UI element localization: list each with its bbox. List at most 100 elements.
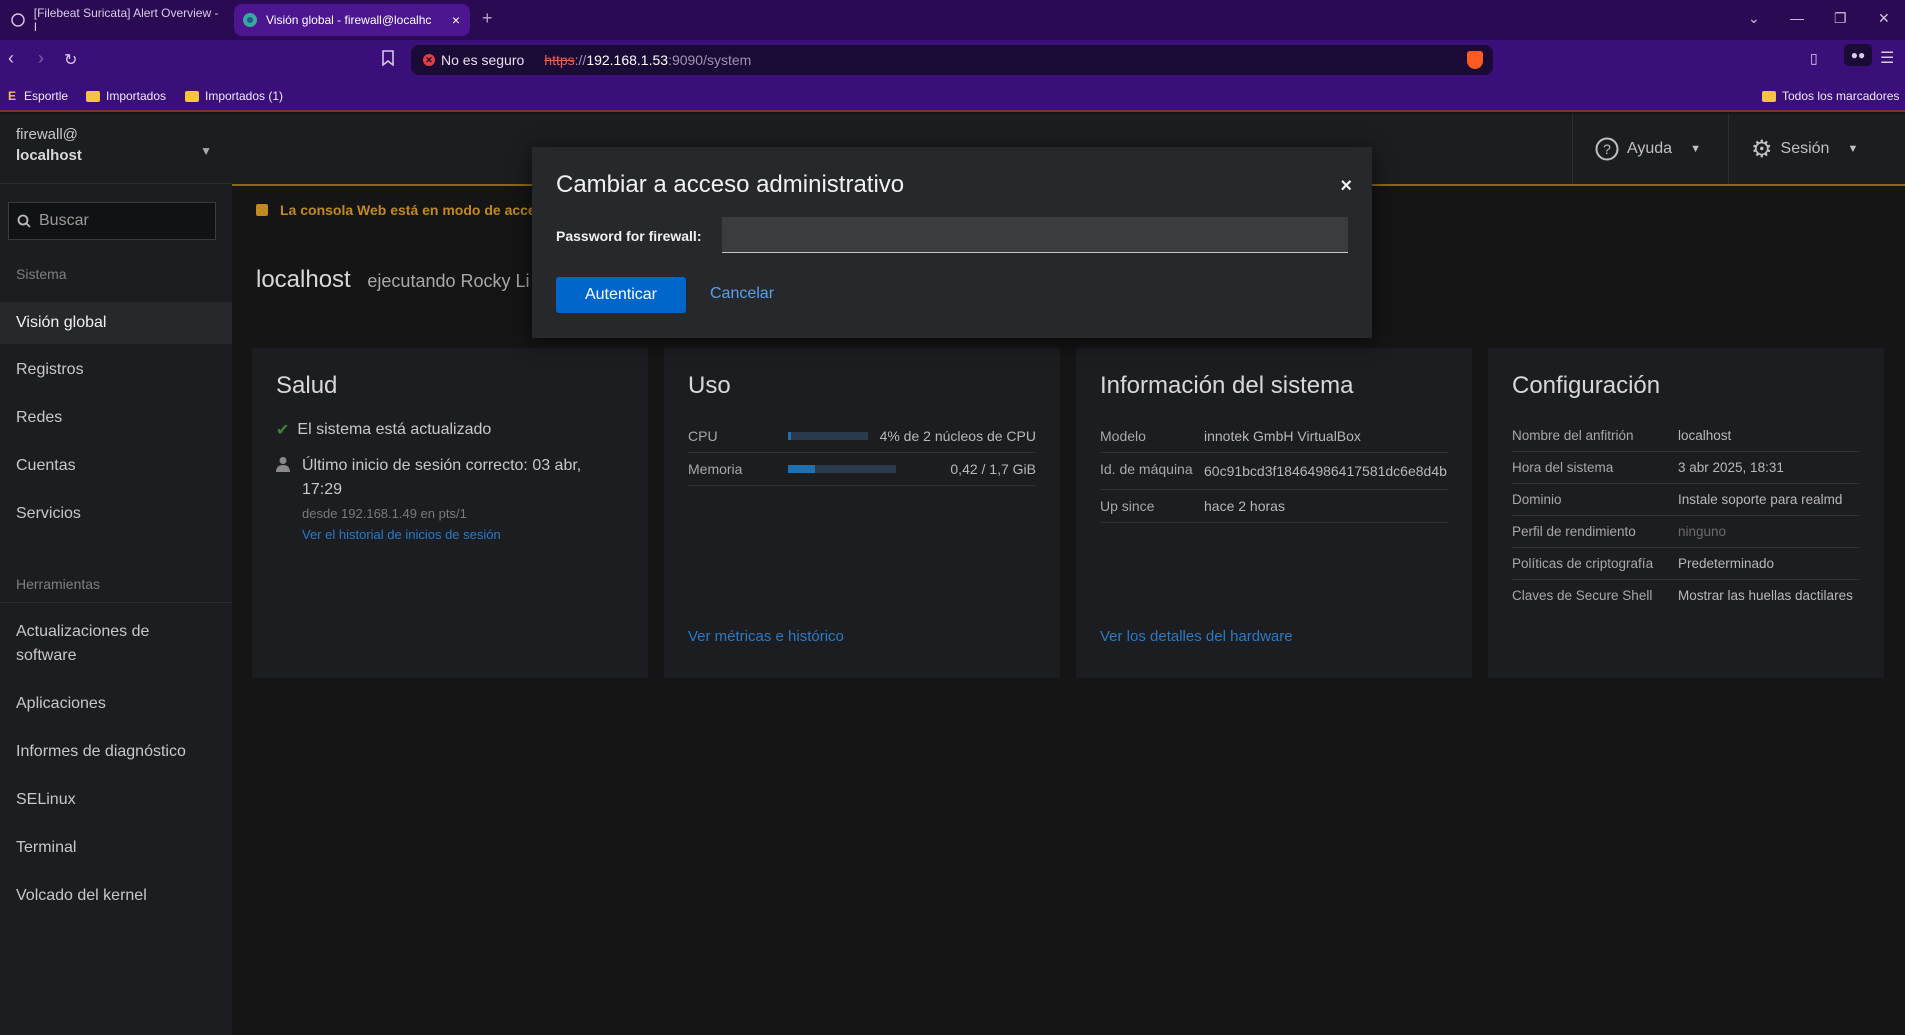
memory-value: 0,42 / 1,7 GiB <box>950 461 1036 477</box>
help-menu[interactable]: ? Ayuda ▼ <box>1572 114 1728 184</box>
host-name: localhost <box>16 147 82 164</box>
tab-vision-global[interactable]: Visión global - firewall@localhc × <box>234 4 470 36</box>
help-label: Ayuda <box>1627 140 1673 157</box>
sidebar-item-accounts[interactable]: Cuentas <box>0 454 232 478</box>
caret-down-icon: ▼ <box>200 144 212 158</box>
security-indicator[interactable]: ✕ No es seguro <box>423 52 524 68</box>
back-icon[interactable]: ‹ <box>8 48 14 69</box>
metrics-link[interactable]: Ver métricas e histórico <box>688 628 844 645</box>
config-value: 3 abr 2025, 18:31 <box>1678 460 1784 475</box>
config-key: Claves de Secure Shell <box>1512 588 1653 603</box>
admin-access-dialog: Cambiar a acceso administrativo × Passwo… <box>532 147 1372 338</box>
config-key: Nombre del anfitrión <box>1512 428 1634 443</box>
tab-filebeat[interactable]: [Filebeat Suricata] Alert Overview - I <box>2 4 230 36</box>
cpu-value: 4% de 2 núcleos de CPU <box>879 428 1036 444</box>
sidebar-item-terminal[interactable]: Terminal <box>0 836 232 860</box>
sidebar-item-networking[interactable]: Redes <box>0 406 232 430</box>
tab-title: Visión global - firewall@localhc <box>266 13 432 27</box>
close-icon[interactable]: × <box>452 12 460 28</box>
divider <box>0 602 232 603</box>
bookmark-icon[interactable] <box>382 50 394 71</box>
reload-icon[interactable]: ↻ <box>64 50 77 70</box>
session-menu[interactable]: ⚙ Sesión ▼ <box>1728 114 1888 184</box>
bookmark-label: Importados (1) <box>205 89 284 103</box>
cpu-row: CPU 4% de 2 núcleos de CPU <box>688 420 1036 453</box>
password-label: Password for firewall: <box>556 228 702 244</box>
brave-shield-icon[interactable] <box>1467 51 1483 69</box>
help-icon: ? <box>1595 137 1619 161</box>
config-key: Dominio <box>1512 492 1562 507</box>
config-value: Instale soporte para realmd <box>1678 492 1843 507</box>
sidebar-item-kdump[interactable]: Volcado del kernel <box>0 884 232 908</box>
config-card: Configuración Nombre del anfitrión local… <box>1488 348 1884 678</box>
sidebar-item-software-updates[interactable]: Actualizaciones de software <box>0 620 180 668</box>
usage-card: Uso CPU 4% de 2 núcleos de CPU Memoria 0… <box>664 348 1060 678</box>
sidebar: firewall@ localhost ▼ Buscar Sistema Vis… <box>0 114 232 1035</box>
machine-id-key: Id. de máquina <box>1100 461 1193 477</box>
sidebar-item-applications[interactable]: Aplicaciones <box>0 692 232 716</box>
new-tab-button[interactable]: + <box>482 8 493 29</box>
login-history-link[interactable]: Ver el historial de inicios de sesión <box>302 527 602 542</box>
config-key: Políticas de criptografía <box>1512 556 1654 571</box>
memory-row: Memoria 0,42 / 1,7 GiB <box>688 453 1036 486</box>
host-user: firewall@ <box>16 126 78 143</box>
host-selector[interactable]: firewall@ localhost ▼ <box>0 114 232 184</box>
update-status: ✔ El sistema está actualizado <box>276 420 624 440</box>
bookmark-esportle[interactable]: E Esportle <box>8 89 68 103</box>
bookmark-importados-1[interactable]: Importados (1) <box>185 89 283 103</box>
user-icon <box>276 456 290 542</box>
hardware-link[interactable]: Ver los detalles del hardware <box>1100 628 1293 645</box>
close-icon[interactable]: × <box>1340 175 1352 198</box>
cpu-bar-fill <box>788 432 792 440</box>
config-value: Predeterminado <box>1678 556 1775 571</box>
close-window-icon[interactable]: ✕ <box>1878 10 1890 27</box>
minimize-icon[interactable]: — <box>1790 10 1804 26</box>
cockpit-icon <box>242 12 258 28</box>
last-login-text: Último inicio de sesión correcto: 03 abr… <box>302 457 582 498</box>
password-field[interactable] <box>722 217 1348 253</box>
chevron-down-icon[interactable]: ⌄ <box>1748 10 1760 27</box>
forward-icon[interactable]: › <box>38 48 44 69</box>
warning-icon: ✕ <box>423 54 435 66</box>
login-source: desde 192.168.1.49 en pts/1 <box>302 506 467 521</box>
section-tools: Herramientas <box>16 576 101 592</box>
menu-icon[interactable]: ☰ <box>1880 48 1894 68</box>
sidebar-item-diagnostics[interactable]: Informes de diagnóstico <box>0 740 232 764</box>
security-label: No es seguro <box>441 52 525 68</box>
bookmark-importados[interactable]: Importados <box>86 89 166 103</box>
sidebar-toggle-icon[interactable]: ▯ <box>1810 50 1818 67</box>
sidebar-item-selinux[interactable]: SELinux <box>0 788 232 812</box>
address-bar[interactable]: ✕ No es seguro https://192.168.1.53:9090… <box>411 45 1493 75</box>
config-value: ninguno <box>1678 524 1727 539</box>
search-placeholder: Buscar <box>39 212 89 229</box>
sidebar-item-overview[interactable]: Visión global <box>0 302 232 344</box>
crypto-row: Políticas de criptografía Predeterminado <box>1512 548 1860 580</box>
wallet-icon[interactable]: ●● <box>1844 44 1872 66</box>
authenticate-button[interactable]: Autenticar <box>556 277 686 313</box>
check-icon: ✔ <box>276 422 290 439</box>
search-input[interactable]: Buscar <box>8 202 216 240</box>
uptime-value: hace 2 horas <box>1204 498 1285 514</box>
limited-access-alert: La consola Web está en modo de acces <box>256 202 544 218</box>
restore-icon[interactable]: ❐ <box>1834 10 1847 27</box>
bookmark-label: Esportle <box>24 89 69 103</box>
performance-row: Perfil de rendimiento ninguno <box>1512 516 1860 548</box>
sidebar-item-logs[interactable]: Registros <box>0 358 232 382</box>
model-key: Modelo <box>1100 428 1146 444</box>
config-key: Perfil de rendimiento <box>1512 524 1636 539</box>
uptime-key: Up since <box>1100 498 1155 514</box>
alert-text: La consola Web está en modo de acces <box>280 202 544 218</box>
model-value: innotek GmbH VirtualBox <box>1204 428 1361 444</box>
cancel-button[interactable]: Cancelar <box>710 285 774 303</box>
domain-row: Dominio Instale soporte para realmd <box>1512 484 1860 516</box>
page-host: localhost <box>256 266 351 293</box>
bookmark-label: Importados <box>106 89 167 103</box>
bookmark-label: Todos los marcadores <box>1782 89 1900 103</box>
fingerprints-link[interactable]: Mostrar las huellas dactilares <box>1678 588 1853 603</box>
card-title: Información del sistema <box>1100 372 1354 399</box>
hostname-row: Nombre del anfitrión localhost <box>1512 420 1860 452</box>
url-text[interactable]: https://192.168.1.53:9090/system <box>544 52 751 68</box>
sidebar-item-services[interactable]: Servicios <box>0 502 232 526</box>
all-bookmarks[interactable]: Todos los marcadores <box>1762 89 1899 103</box>
folder-icon <box>86 90 100 102</box>
